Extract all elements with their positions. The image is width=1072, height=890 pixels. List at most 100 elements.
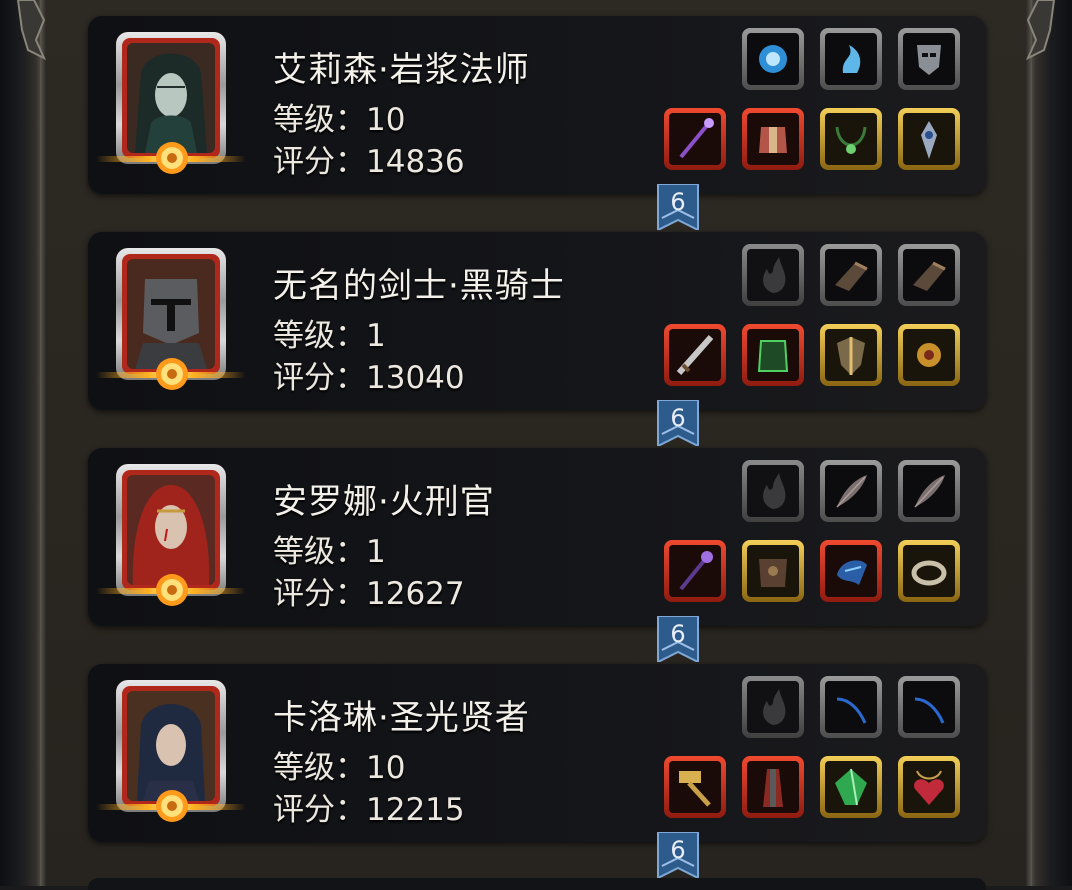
shield-crest-icon [837, 337, 865, 375]
rune-slot[interactable] [820, 460, 882, 522]
rune-slot[interactable] [898, 460, 960, 522]
greatsword-icon [676, 335, 714, 375]
red-robe-icon [763, 769, 783, 807]
rune-slot[interactable] [820, 28, 882, 90]
equipment-slot[interactable] [742, 108, 804, 170]
equipment-slot[interactable] [898, 756, 960, 818]
hero-portrait[interactable] [96, 32, 246, 174]
equipment-slot[interactable] [742, 756, 804, 818]
slot-inner [825, 465, 877, 517]
hero-portrait[interactable] [96, 464, 246, 606]
hero-name: 卡洛琳·圣光贤者 [273, 698, 530, 738]
equipment-slot[interactable] [820, 540, 882, 602]
flame-placeholder-icon [763, 257, 786, 293]
equipment-slot[interactable] [898, 108, 960, 170]
mask-rune-icon [917, 45, 941, 75]
hero-card[interactable]: 艾莉森·岩浆法师等级：10 评分：14836 [88, 16, 986, 194]
left-border [0, 0, 40, 886]
portrait-image [127, 259, 215, 369]
equipment-slot[interactable] [820, 108, 882, 170]
equipment-slot[interactable] [820, 324, 882, 386]
slot-inner [747, 545, 799, 597]
portrait-image [127, 475, 215, 585]
rune-slot[interactable] [742, 676, 804, 738]
right-frame-line [1026, 0, 1032, 886]
team-tag-number: 6 [670, 404, 686, 432]
slot-inner [903, 681, 955, 733]
gauntlet-icon [835, 261, 868, 291]
slot-inner [903, 33, 955, 85]
slot-inner [903, 249, 955, 301]
corner-ornament-right [1026, 0, 1056, 60]
slot-inner [903, 761, 955, 813]
slot-inner [903, 113, 955, 165]
slot-inner [825, 681, 877, 733]
hero-score: 评分：13040 [273, 360, 465, 396]
corner-ornament-left [16, 0, 46, 60]
hero-card[interactable]: 卡洛琳·圣光贤者等级：10 评分：12215 [88, 664, 986, 842]
flame-placeholder-icon [763, 473, 786, 509]
armor-icon [759, 127, 787, 153]
golden-hammer-icon [679, 771, 711, 807]
hero-name: 安罗娜·火刑官 [273, 482, 495, 522]
hero-portrait[interactable] [96, 248, 246, 390]
team-tag-ribbon: 6 [656, 400, 700, 446]
equipment-slot[interactable] [898, 540, 960, 602]
equipment-slot[interactable] [820, 756, 882, 818]
left-frame-line [40, 0, 46, 886]
rank-sun-badge-icon [156, 142, 188, 174]
equipment-slot[interactable] [742, 324, 804, 386]
equipment-slot[interactable] [664, 108, 726, 170]
rune-slot[interactable] [742, 28, 804, 90]
rank-sun-badge-icon [156, 358, 188, 390]
rune-slot[interactable] [742, 244, 804, 306]
heart-pendant-icon [914, 770, 944, 805]
rune-slot[interactable] [742, 460, 804, 522]
purple-staff-icon [679, 551, 713, 591]
portrait-image [127, 691, 215, 801]
rune-slot[interactable] [820, 244, 882, 306]
slot-inner [825, 761, 877, 813]
hero-card[interactable]: 安罗娜·火刑官 等级：1 评分：12627 [88, 448, 986, 626]
blue-spirit-rune-icon [842, 45, 861, 73]
hero-level: 等级：10 [273, 750, 406, 786]
slot-inner [669, 545, 721, 597]
right-border [1032, 0, 1072, 886]
equipment-slot[interactable] [664, 756, 726, 818]
next-card-edge [88, 878, 986, 890]
hero-score: 评分：14836 [273, 144, 465, 180]
equipment-slot[interactable] [898, 324, 960, 386]
rune-slot[interactable] [898, 676, 960, 738]
hero-name: 艾莉森·岩浆法师 [273, 50, 530, 90]
rune-slot[interactable] [820, 676, 882, 738]
blue-orb-rune-icon [759, 45, 787, 73]
slot-inner [669, 761, 721, 813]
feather-icon [836, 475, 867, 508]
slot-inner [747, 681, 799, 733]
hero-card[interactable]: 无名的剑士·黑骑士 等级：1 评分：13040 [88, 232, 986, 410]
slot-inner [747, 249, 799, 301]
equipment-slot[interactable] [664, 324, 726, 386]
slot-inner [825, 113, 877, 165]
rune-slot[interactable] [898, 28, 960, 90]
hero-score: 评分：12215 [273, 792, 465, 828]
golden-sun-amulet-icon [917, 343, 941, 367]
slot-inner [747, 113, 799, 165]
green-gem-icon [835, 768, 867, 806]
equipment-slot[interactable] [664, 540, 726, 602]
team-tag-ribbon: 6 [656, 832, 700, 878]
feather-icon [914, 475, 945, 508]
slot-inner [747, 33, 799, 85]
team-tag-number: 6 [670, 836, 686, 864]
equipment-slot[interactable] [742, 540, 804, 602]
flame-placeholder-icon [763, 689, 786, 725]
slot-inner [747, 761, 799, 813]
slot-inner [747, 329, 799, 381]
hero-name: 无名的剑士·黑骑士 [273, 266, 565, 306]
hero-portrait[interactable] [96, 680, 246, 822]
slot-inner [825, 329, 877, 381]
green-armor-icon [757, 340, 789, 372]
hero-level: 等级：10 [273, 102, 406, 138]
slot-inner [903, 545, 955, 597]
rune-slot[interactable] [898, 244, 960, 306]
